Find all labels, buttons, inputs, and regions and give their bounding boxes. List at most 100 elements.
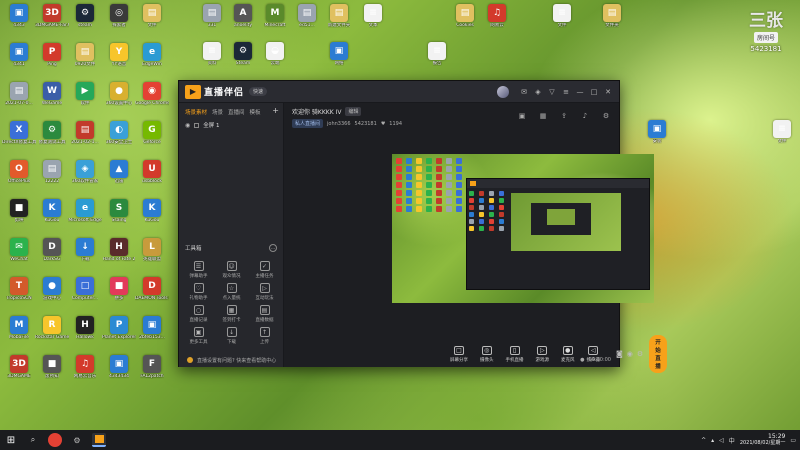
desktop-icon[interactable]: K KuGou bbox=[135, 199, 169, 233]
desktop-icon[interactable]: ▣ 安装 bbox=[640, 120, 674, 154]
tray-expand-icon[interactable]: ^ bbox=[701, 437, 706, 444]
desktop-icon[interactable]: ▲ 迅雷 bbox=[102, 160, 136, 194]
gear-icon[interactable]: ⚙ bbox=[637, 349, 643, 359]
desktop-icon[interactable]: ◐ 360安全卫士 bbox=[102, 121, 136, 155]
desktop-icon[interactable]: ■ 剪映 bbox=[2, 199, 36, 233]
desktop-icon[interactable]: ▤ 331 bbox=[195, 4, 229, 38]
network-icon[interactable]: ▴ bbox=[711, 437, 714, 444]
desktop-icon[interactable]: M MobaFile bbox=[2, 316, 36, 350]
desktop-icon[interactable]: P Ping bbox=[35, 43, 69, 77]
tool-item[interactable]: ↑ 上传 bbox=[248, 327, 281, 345]
tab-template[interactable]: 模板 bbox=[250, 108, 261, 116]
live-app-taskbar-icon[interactable] bbox=[92, 433, 106, 447]
desktop-icon[interactable]: ▤ ed51... bbox=[290, 4, 324, 38]
steam-icon[interactable]: ⚙ bbox=[70, 433, 84, 447]
live-app-window[interactable]: ▶ 直播伴侣 快速 ✉ ◈ ▽ ≡ — □ ✕ 场景素材 场景 直播间 模板 +… bbox=[178, 80, 667, 373]
tool-item[interactable]: ▤ 直播数据 bbox=[248, 305, 281, 323]
start-menu-icon[interactable]: ⊞ bbox=[4, 433, 18, 447]
desktop-icon[interactable]: ✉ WeChat bbox=[2, 238, 36, 272]
tools-more-icon[interactable]: … bbox=[269, 244, 277, 252]
desktop-icon[interactable]: ▤ 0920文件 bbox=[68, 43, 102, 77]
gift-icon[interactable]: ◈ bbox=[533, 87, 543, 97]
tool-item[interactable]: ▣ 更多工具 bbox=[182, 327, 215, 345]
desktop-icon[interactable]: ■ 废所知 bbox=[35, 355, 69, 389]
shirt-icon[interactable]: ▽ bbox=[547, 87, 557, 97]
tool-item[interactable]: ▦ 签到打卡 bbox=[215, 305, 248, 323]
desktop-icon[interactable]: Aanoelity bbox=[226, 4, 260, 38]
volume-icon[interactable]: ◁ bbox=[719, 437, 724, 444]
desktop-icon[interactable]: ▶ 软件 bbox=[68, 82, 102, 116]
desktop-icon[interactable]: ▣ 网络 bbox=[322, 42, 356, 76]
desktop-icon[interactable]: ▤ 新建文件夹 bbox=[322, 4, 356, 38]
desktop-icon[interactable]: ▤ 文件 bbox=[135, 4, 169, 38]
tool-item[interactable]: ☰ 弹幕助手 bbox=[182, 261, 215, 279]
desktop-icon[interactable]: ⚙ 修复测试工具 bbox=[35, 121, 69, 155]
desktop-icon[interactable]: ⚙ steam bbox=[68, 4, 102, 38]
tool-item[interactable]: ☆ 点入量统 bbox=[215, 283, 248, 301]
add-scene-icon[interactable]: + bbox=[272, 107, 279, 116]
tool-item[interactable]: ▷ 互动玩法 bbox=[248, 283, 281, 301]
desktop-icon[interactable]: R Rockstar Games bbox=[35, 316, 69, 350]
desktop-icon[interactable]: ≡ 报告 bbox=[420, 42, 454, 76]
desktop-icon[interactable]: ⚙ Steam bbox=[226, 42, 260, 76]
ime-icon[interactable]: 中 bbox=[729, 436, 735, 445]
desktop-icon[interactable]: 3D 3DMGAME bbox=[2, 355, 36, 389]
desktop-icon[interactable]: O OfficePlus bbox=[2, 160, 36, 194]
desktop-icon[interactable]: ▤ 2021-07-0... bbox=[2, 82, 36, 116]
tab-room[interactable]: 直播间 bbox=[228, 108, 245, 116]
desktop-icon[interactable]: ↓ 下载 bbox=[68, 238, 102, 272]
desktop-icon[interactable]: L 英雄联盟 bbox=[135, 238, 169, 272]
desktop-icon[interactable]: K KuGou bbox=[35, 199, 69, 233]
desktop-icon[interactable]: H Hand of Fate 2 bbox=[102, 238, 136, 272]
desktop-icon[interactable]: ♫ 网易云 bbox=[480, 4, 514, 38]
chrome-icon[interactable] bbox=[48, 433, 62, 447]
edit-button[interactable]: 编辑 bbox=[345, 107, 362, 116]
desktop-icon[interactable]: ≡ 文件 bbox=[545, 4, 579, 38]
view-icon[interactable]: ◉ bbox=[627, 349, 633, 359]
tool-item[interactable]: ✓ 主播任务 bbox=[248, 261, 281, 279]
desktop-icon[interactable]: e Microsoft Edge bbox=[68, 199, 102, 233]
minimize-icon[interactable]: — bbox=[575, 87, 585, 97]
desktop-icon[interactable]: ▣ 4343 bbox=[2, 4, 36, 38]
desktop-icon[interactable]: X DirectX修复工具 bbox=[2, 121, 36, 155]
desktop-icon[interactable]: ▤ 2021-02-1... bbox=[68, 121, 102, 155]
desktop-icon[interactable]: ◒ 云端 bbox=[258, 42, 292, 76]
desktop-icon[interactable]: ≡ 资料 bbox=[195, 42, 229, 76]
desktop-icon[interactable]: □ Computer... bbox=[68, 277, 102, 311]
version-badge[interactable]: 快速 bbox=[249, 87, 268, 96]
tool-item[interactable]: ↓ 下载 bbox=[215, 327, 248, 345]
desktop-icon[interactable]: ≡ 文本 bbox=[356, 4, 390, 38]
desktop-icon[interactable]: M Minecraft bbox=[258, 4, 292, 38]
desktop-icon[interactable]: ▤ 文件夹 bbox=[595, 4, 629, 38]
desktop-icon[interactable]: ● 游戏中心 bbox=[35, 277, 69, 311]
desktop-icon[interactable]: ◎ 探索者 bbox=[102, 4, 136, 38]
desktop-icon[interactable]: ◈ 360软件管家 bbox=[68, 160, 102, 194]
desktop-icon[interactable]: ▤ Cookies bbox=[448, 4, 482, 38]
maximize-icon[interactable]: □ bbox=[589, 87, 599, 97]
share-icon[interactable]: ⇪ bbox=[559, 111, 569, 121]
desktop-icon[interactable]: G Geforce bbox=[135, 121, 169, 155]
close-icon[interactable]: ✕ bbox=[603, 87, 613, 97]
desktop-icon[interactable]: ▣ 2bfeb153... bbox=[135, 316, 169, 350]
desktop-icon[interactable]: ▣ 4341 bbox=[2, 43, 36, 77]
desktop-icon[interactable]: ▣ 4343434 bbox=[102, 355, 136, 389]
eye-icon[interactable]: ◉ bbox=[185, 122, 190, 129]
user-avatar[interactable] bbox=[497, 85, 509, 98]
lock-checkbox[interactable] bbox=[194, 122, 200, 128]
start-live-button[interactable]: 开始直播 bbox=[649, 335, 667, 373]
titlebar[interactable]: ▶ 直播伴侣 快速 ✉ ◈ ▽ ≡ — □ ✕ bbox=[179, 81, 619, 103]
tab-scene[interactable]: 场景 bbox=[212, 108, 223, 116]
tool-item[interactable]: ♡ 礼物助手 bbox=[182, 283, 215, 301]
desktop-icon[interactable]: DDAEMON Tools Lite bbox=[135, 277, 169, 311]
clock[interactable]: 15:29 2021/08/02/星期一 bbox=[740, 433, 786, 447]
desktop-icon[interactable]: H Hallowk bbox=[68, 316, 102, 350]
desktop-icon[interactable]: F FAL2patch bbox=[135, 355, 169, 389]
desktop-icon[interactable]: e EdgeWin bbox=[135, 43, 169, 77]
scene-item[interactable]: ◉ 全屏 1 bbox=[179, 119, 283, 131]
settings-icon[interactable]: ⚙ bbox=[601, 111, 611, 121]
desktop-icon[interactable]: W WeGame bbox=[35, 82, 69, 116]
live-preview[interactable] bbox=[392, 154, 654, 303]
desktop-icon[interactable]: P Planet Explorers bbox=[102, 316, 136, 350]
desktop-icon[interactable]: ● 360设置中心 bbox=[102, 82, 136, 116]
category-pill[interactable]: 私人直播间 bbox=[292, 119, 324, 128]
